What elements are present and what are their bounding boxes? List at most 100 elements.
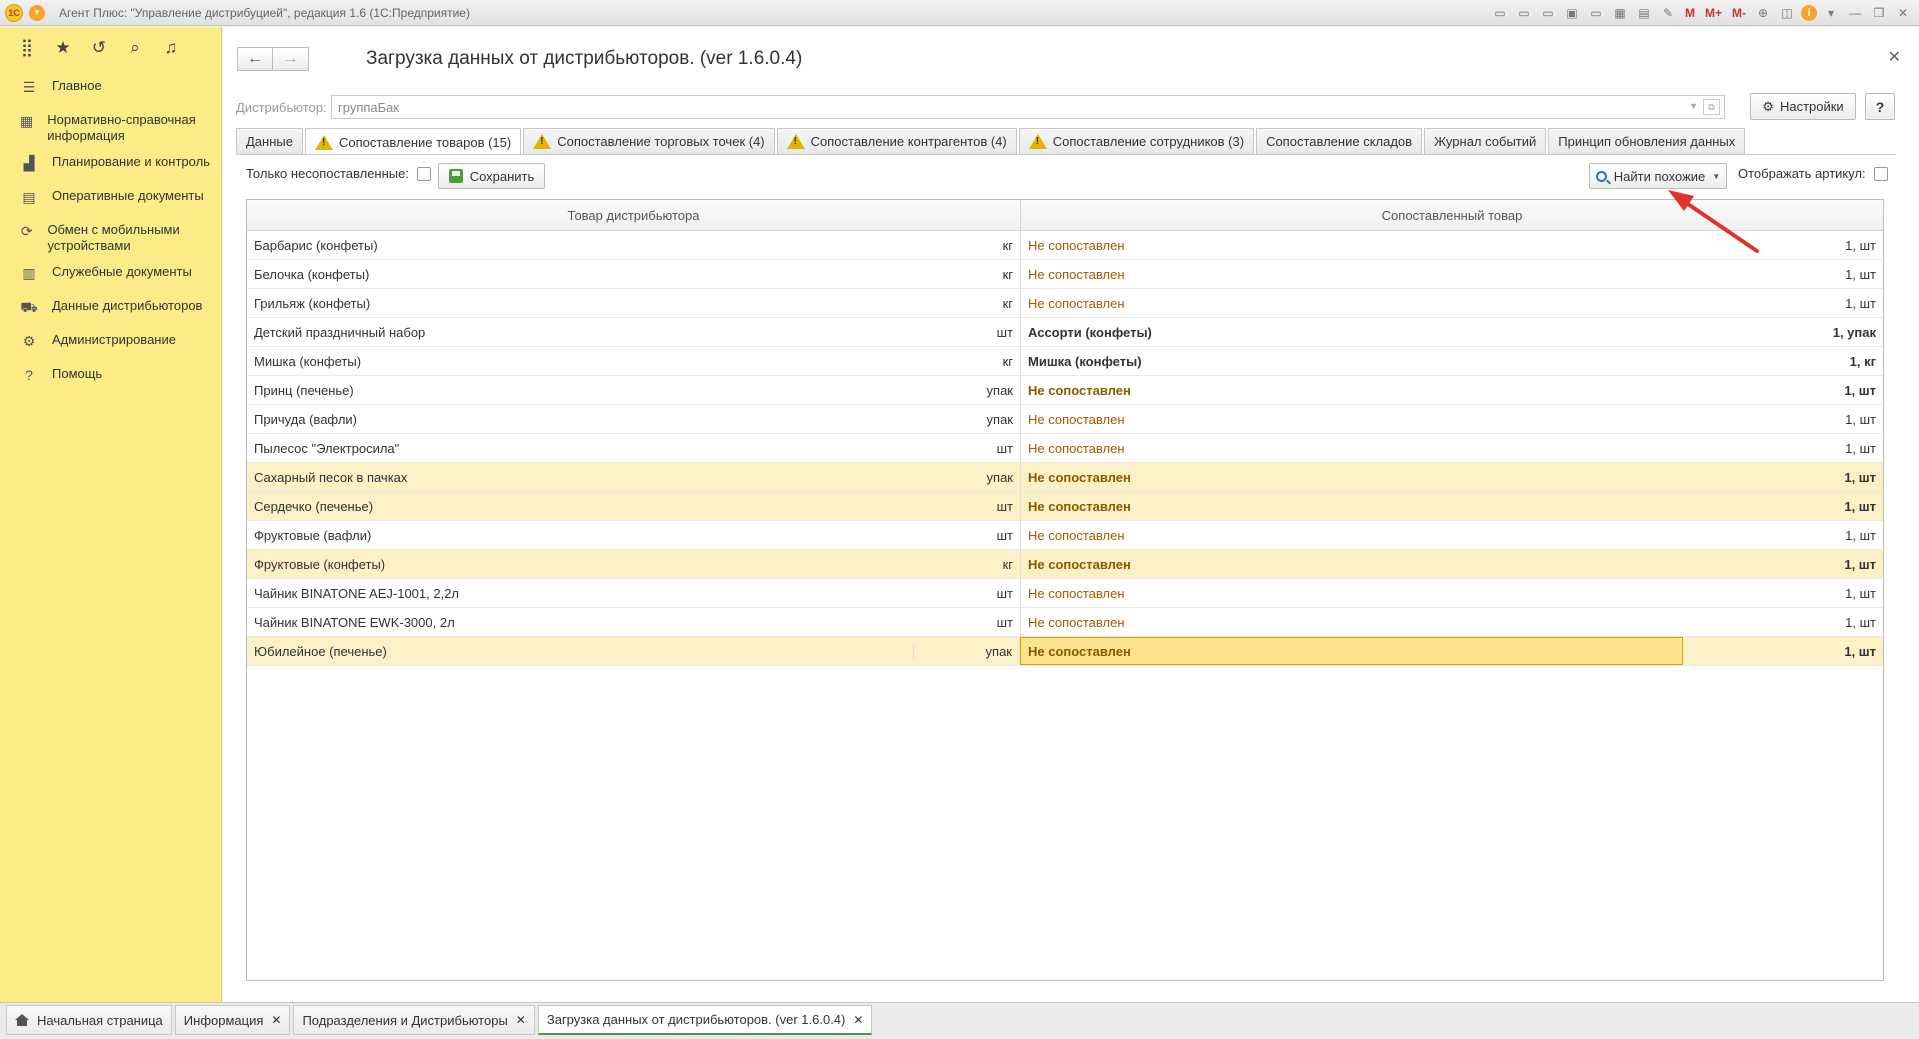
matched-product-cell[interactable]: Ассорти (конфеты) [1021, 318, 1684, 346]
sidebar-item[interactable]: ▦ Нормативно-справочная информация [0, 107, 221, 149]
calendar-icon[interactable]: ▦ [1610, 3, 1630, 23]
matched-product-cell[interactable]: Не сопоставлен [1021, 260, 1684, 288]
close-form-icon[interactable]: ✕ [1888, 47, 1901, 67]
close-icon[interactable]: ✕ [853, 1013, 863, 1027]
notifications-bell-icon[interactable]: ♫ [160, 37, 182, 59]
matched-product-cell[interactable]: Не сопоставлен [1021, 521, 1684, 549]
tab-1[interactable]: Сопоставление товаров (15) [304, 128, 522, 155]
close-window-icon[interactable]: ✕ [1893, 3, 1913, 23]
matched-product-cell[interactable]: Мишка (конфеты) [1021, 347, 1684, 375]
apps-grid-icon[interactable]: ⣿ [16, 37, 38, 59]
save-file-icon[interactable]: ▣ [1562, 3, 1582, 23]
matched-product-cell[interactable]: Не сопоставлен [1021, 463, 1684, 491]
tab-2[interactable]: Сопоставление торговых точек (4) [523, 128, 775, 154]
tab-6[interactable]: Журнал событий [1424, 128, 1547, 154]
open-icon[interactable]: ⧉ [1703, 99, 1720, 115]
column-header-distributor-product[interactable]: Товар дистрибьютора [247, 200, 1021, 230]
calculator-icon[interactable]: ▤ [1634, 3, 1654, 23]
close-icon[interactable]: ✕ [271, 1013, 281, 1027]
sidebar-item[interactable]: ▥ Служебные документы [0, 259, 221, 293]
matched-product-cell[interactable]: Не сопоставлен [1021, 492, 1684, 520]
print-icon[interactable]: ▭ [1490, 3, 1510, 23]
restore-icon[interactable]: ❐ [1869, 3, 1889, 23]
history-icon[interactable]: ↺ [88, 37, 110, 59]
forward-button[interactable]: → [273, 47, 309, 71]
column-header-matched-product[interactable]: Сопоставленный товар [1021, 200, 1883, 230]
tab-label: Принцип обновления данных [1558, 134, 1736, 149]
table-row[interactable]: Принц (печенье) упак Не сопоставлен 1, шт [247, 376, 1883, 405]
matched-product-cell[interactable]: Не сопоставлен [1021, 608, 1684, 636]
sidebar-item[interactable]: ▤ Оперативные документы [0, 183, 221, 217]
help-button[interactable]: ? [1865, 93, 1895, 120]
window-tab-0[interactable]: Начальная страница [6, 1005, 172, 1035]
sidebar-item[interactable]: ? Помощь [0, 361, 221, 395]
window-tab-1[interactable]: Информация ✕ [174, 1005, 291, 1035]
print-preview-icon[interactable]: ▭ [1514, 3, 1534, 23]
panels-icon[interactable]: ◫ [1777, 3, 1797, 23]
matched-product-cell[interactable]: Не сопоставлен [1021, 550, 1684, 578]
table-row[interactable]: Сердечко (печенье) шт Не сопоставлен 1, шт [247, 492, 1883, 521]
edit-icon[interactable]: ✎ [1658, 3, 1678, 23]
table-row[interactable]: Пылесос "Электросила" шт Не сопоставлен 1, … [247, 434, 1883, 463]
tab-7[interactable]: Принцип обновления данных [1548, 128, 1746, 154]
table-row[interactable]: Барбарис (конфеты) кг Не сопоставлен 1, шт [247, 231, 1883, 260]
matched-product-cell[interactable]: Не сопоставлен [1021, 376, 1684, 404]
matched-product-cell[interactable]: Не сопоставлен [1021, 579, 1684, 607]
main-menu-icon[interactable]: ▾ [29, 4, 45, 21]
matched-product-cell[interactable]: Не сопоставлен [1021, 231, 1684, 259]
matched-product-cell[interactable]: Не сопоставлен [1021, 289, 1684, 317]
settings-button[interactable]: ⚙ Настройки [1750, 93, 1856, 120]
sidebar-item[interactable]: ☰ Главное [0, 73, 221, 107]
table-row[interactable]: Фруктовые (конфеты) кг Не сопоставлен 1, шт [247, 550, 1883, 579]
tab-5[interactable]: Сопоставление складов [1256, 128, 1423, 154]
table-row[interactable]: Мишка (конфеты) кг Мишка (конфеты) 1, кг [247, 347, 1883, 376]
save-button[interactable]: Сохранить [438, 163, 545, 189]
only-unmatched-checkbox[interactable] [416, 166, 431, 181]
tab-label: Сопоставление товаров (15) [338, 134, 512, 150]
distributor-field[interactable]: группаБак ▼ ⧉ [331, 95, 1725, 119]
matched-product-cell[interactable]: Не сопоставлен [1021, 405, 1684, 433]
search-icon[interactable]: ⌕ [124, 37, 146, 59]
tab-label: Сопоставление контрагентов (4) [810, 134, 1007, 149]
table-row[interactable]: Чайник BINATONE AEJ-1001, 2,2л шт Не сопос… [247, 579, 1883, 608]
sidebar-item[interactable]: ⟳ Обмен с мобильными устройствами [0, 217, 221, 259]
matched-product-qty: 1, шт [1844, 556, 1876, 572]
sidebar-item[interactable]: ⛟ Данные дистрибьюторов [0, 293, 221, 327]
window-tab-3[interactable]: Загрузка данных от дистрибьюторов. (ver … [537, 1005, 873, 1035]
matched-product-cell[interactable]: Не сопоставлен [1021, 434, 1684, 462]
table-row[interactable]: Причуда (вафли) упак Не сопоставлен 1, шт [247, 405, 1883, 434]
matched-product-name: Мишка (конфеты) [1028, 353, 1142, 369]
info-icon[interactable]: i [1801, 5, 1817, 21]
favorites-star-icon[interactable]: ★ [52, 37, 74, 59]
table-row[interactable]: Сахарный песок в пачках упак Не сопоставле… [247, 463, 1883, 492]
distributor-product-name: Чайник BINATONE AEJ-1001, 2,2л [254, 585, 460, 601]
sidebar-item[interactable]: ⚙ Администрирование [0, 327, 221, 361]
matched-product-cell[interactable]: Не сопоставлен [1020, 637, 1683, 665]
tab-3[interactable]: Сопоставление контрагентов (4) [776, 128, 1017, 154]
zoom-icon[interactable]: ⊕ [1753, 3, 1773, 23]
memory-minus-button[interactable]: M- [1729, 3, 1749, 23]
tab-0[interactable]: Данные [236, 128, 303, 154]
memory-m-button[interactable]: M [1682, 3, 1698, 23]
matched-product-name: Не сопоставлен [1028, 498, 1131, 514]
minimize-icon[interactable]: — [1845, 3, 1865, 23]
table-row[interactable]: Фруктовые (вафли) шт Не сопоставлен 1, шт [247, 521, 1883, 550]
find-similar-button[interactable]: Найти похожие ▼ [1589, 163, 1727, 189]
link-icon[interactable]: ▭ [1586, 3, 1606, 23]
back-button[interactable]: ← [237, 47, 273, 71]
table-row[interactable]: Чайник BINATONE EWK-3000, 2л шт Не сопоста… [247, 608, 1883, 637]
table-row[interactable]: Грильяж (конфеты) кг Не сопоставлен 1, шт [247, 289, 1883, 318]
table-row[interactable]: Юбилейное (печенье) упак Не сопоставлен 1, … [247, 637, 1883, 666]
memory-plus-button[interactable]: M+ [1702, 3, 1725, 23]
chevron-down-icon[interactable]: ▼ [1689, 101, 1698, 111]
table-row[interactable]: Детский праздничный набор шт Ассорти (конф… [247, 318, 1883, 347]
sidebar-item[interactable]: ▟ Планирование и контроль [0, 149, 221, 183]
tab-4[interactable]: Сопоставление сотрудников (3) [1018, 128, 1255, 154]
show-article-checkbox[interactable] [1873, 166, 1888, 181]
chevron-down-icon[interactable]: ▾ [1821, 3, 1841, 23]
distributor-product-unit: шт [915, 434, 1021, 462]
close-icon[interactable]: ✕ [516, 1013, 526, 1027]
copy-icon[interactable]: ▭ [1538, 3, 1558, 23]
window-tab-2[interactable]: Подразделения и Дистрибьюторы ✕ [293, 1005, 535, 1035]
table-row[interactable]: Белочка (конфеты) кг Не сопоставлен 1, шт [247, 260, 1883, 289]
